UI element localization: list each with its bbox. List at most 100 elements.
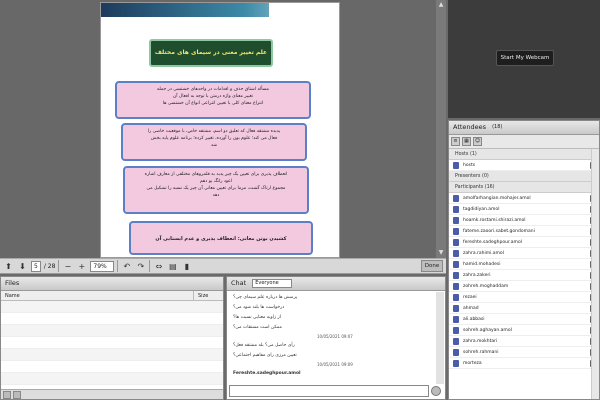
chat-message: تعیین مرزی رای مفاهیم اجتماعی؟ bbox=[233, 353, 297, 358]
files-header: Files bbox=[1, 277, 223, 291]
sync-icon[interactable]: ▮ bbox=[181, 261, 192, 272]
arrow-up-icon[interactable]: ⬆ bbox=[3, 261, 14, 272]
user-icon bbox=[453, 294, 459, 301]
list-item[interactable]: zahra.rahimi.amol bbox=[449, 248, 599, 259]
scroll-up-icon[interactable]: ▲ bbox=[437, 1, 445, 9]
list-item bbox=[1, 301, 223, 313]
page-number-input[interactable]: 5 bbox=[31, 260, 41, 272]
list-item[interactable]: sohreh.rahmani bbox=[449, 347, 599, 358]
chat-message: رأی حاصل می؟ بله مشتقه فعل؟ bbox=[233, 343, 295, 348]
chat-panel: Chat Everyone پرسش ها درباره علم سیمای چ… bbox=[226, 276, 446, 400]
list-item bbox=[1, 325, 223, 337]
list-item[interactable]: ahmad bbox=[449, 303, 599, 314]
list-item[interactable]: zahra.zakeri bbox=[449, 270, 599, 281]
list-item[interactable]: amolfarhangian.mohajer.amol bbox=[449, 193, 599, 204]
list-view-icon[interactable]: ≡ bbox=[451, 137, 460, 146]
chat-recipient-select[interactable]: Everyone bbox=[252, 279, 293, 288]
list-item[interactable]: zahra.mokhtari bbox=[449, 336, 599, 347]
webcam-panel: Start My Webcam bbox=[448, 0, 600, 118]
col-size[interactable]: Size bbox=[193, 291, 223, 300]
list-item bbox=[1, 361, 223, 373]
zoom-in-icon[interactable]: + bbox=[76, 261, 87, 272]
chat-timestamp: 10/05/2021 09:07 bbox=[317, 334, 353, 339]
chat-sender: Fereshte.sadeghpour.amol bbox=[233, 371, 301, 376]
user-icon bbox=[453, 283, 459, 290]
start-webcam-button[interactable]: Start My Webcam bbox=[496, 50, 554, 66]
attendees-header: Attendees (18) bbox=[449, 121, 599, 135]
page-total: / 28 bbox=[43, 262, 56, 270]
redo-icon[interactable]: ↷ bbox=[135, 261, 146, 272]
chat-messages: پرسش ها درباره علم سیمای چی؟ درخواست ها … bbox=[227, 291, 445, 379]
chat-timestamp: 10/05/2021 09:09 bbox=[317, 362, 353, 367]
list-item[interactable]: hamid.mohadesi bbox=[449, 259, 599, 270]
group-hosts[interactable]: Hosts (1) bbox=[449, 149, 599, 160]
status-icon[interactable]: ☺ bbox=[473, 137, 482, 146]
col-name[interactable]: Name bbox=[1, 291, 193, 300]
participants-list: amolfarhangian.mohajer.amol tagdidiyan.a… bbox=[449, 193, 599, 369]
chat-message: درخواست ها بلند شود می؟ bbox=[233, 305, 285, 310]
send-icon[interactable] bbox=[431, 386, 441, 396]
list-item[interactable]: hoamk.rostami.shirazi.amol bbox=[449, 215, 599, 226]
group-presenters[interactable]: Presenters (0) bbox=[449, 171, 599, 182]
user-icon bbox=[453, 228, 459, 235]
user-icon bbox=[453, 261, 459, 268]
user-icon bbox=[453, 349, 459, 356]
list-item[interactable]: zohreh.moghaddam bbox=[449, 281, 599, 292]
list-item[interactable]: rezaei bbox=[449, 292, 599, 303]
chat-scrollbar[interactable] bbox=[436, 292, 444, 384]
files-footer bbox=[1, 389, 223, 399]
chat-title: Chat bbox=[231, 279, 247, 287]
user-icon bbox=[453, 327, 459, 334]
scroll-down-icon[interactable]: ▼ bbox=[437, 249, 445, 257]
user-icon bbox=[453, 360, 459, 367]
done-button[interactable]: Done bbox=[421, 260, 443, 272]
chat-message: پرسش ها درباره علم سیمای چی؟ bbox=[233, 295, 298, 300]
user-icon bbox=[453, 195, 459, 202]
list-item[interactable]: ali.abbasi bbox=[449, 314, 599, 325]
attendees-scrollbar[interactable] bbox=[591, 149, 599, 399]
list-item[interactable]: hosts bbox=[449, 160, 599, 171]
chat-input[interactable] bbox=[229, 385, 429, 397]
files-title: Files bbox=[5, 279, 20, 287]
list-item bbox=[1, 373, 223, 385]
attendees-title: Attendees bbox=[453, 123, 487, 131]
list-item[interactable]: tagdidiyan.amol bbox=[449, 204, 599, 215]
undo-icon[interactable]: ↶ bbox=[121, 261, 132, 272]
fit-page-icon[interactable]: ▤ bbox=[167, 261, 178, 272]
attendees-count: (18) bbox=[492, 124, 503, 130]
user-icon bbox=[453, 250, 459, 257]
slide-box-4: کشیدن بوتن معانی: انعطاف پذیری و عدم ایس… bbox=[129, 221, 313, 255]
arrow-down-icon[interactable]: ⬇ bbox=[17, 261, 28, 272]
list-item bbox=[1, 349, 223, 361]
user-icon bbox=[453, 305, 459, 312]
files-panel: Files Name Size bbox=[0, 276, 224, 400]
zoom-select[interactable]: 79% bbox=[90, 260, 115, 272]
list-item[interactable]: sohreh.aghayan.amol bbox=[449, 325, 599, 336]
fit-width-icon[interactable]: ⇔ bbox=[153, 261, 164, 272]
chat-message: ممکن است مشتقات می؟ bbox=[233, 325, 282, 330]
user-icon bbox=[453, 316, 459, 323]
presentation-area: علم تغییر معنی در سیمای های مختلف مسأله … bbox=[0, 0, 446, 258]
slide-box-1: مسأله اشتاق حذف و اقدامات در واحدهای خشت… bbox=[115, 81, 311, 119]
zoom-out-icon[interactable]: − bbox=[62, 261, 73, 272]
user-icon bbox=[453, 338, 459, 345]
breakout-icon[interactable]: ▦ bbox=[462, 137, 471, 146]
chat-header: Chat Everyone bbox=[227, 277, 445, 291]
slide-box-3: انعطاف پذیری برای تعیین یک چیز پدید به ق… bbox=[123, 166, 309, 214]
user-icon bbox=[453, 272, 459, 279]
slide-scrollbar[interactable]: ▲ ▼ bbox=[436, 0, 446, 258]
list-item[interactable]: morteza bbox=[449, 358, 599, 369]
user-icon bbox=[453, 206, 459, 213]
files-column-header: Name Size bbox=[1, 291, 223, 301]
list-item[interactable]: fateme.zaoori.sabet.gondomani bbox=[449, 226, 599, 237]
group-participants[interactable]: Participants (16) bbox=[449, 182, 599, 193]
save-file-icon[interactable] bbox=[13, 391, 21, 399]
upload-file-icon[interactable] bbox=[3, 391, 11, 399]
user-icon bbox=[453, 217, 459, 224]
attendees-panel: Attendees (18) ≡ ▦ ☺ Hosts (1) hosts Pre… bbox=[448, 120, 600, 400]
list-item[interactable]: fereshte.sadeghpour.amol bbox=[449, 237, 599, 248]
slide-box-2: پدیده مشتقه فعال که تعلیق دو اسم، مشتقه … bbox=[121, 123, 307, 161]
slide-title: علم تغییر معنی در سیمای های مختلف bbox=[149, 39, 273, 67]
files-list bbox=[1, 301, 223, 385]
chat-message: از زاویه معنایی نسبت ها؟ bbox=[233, 315, 281, 320]
